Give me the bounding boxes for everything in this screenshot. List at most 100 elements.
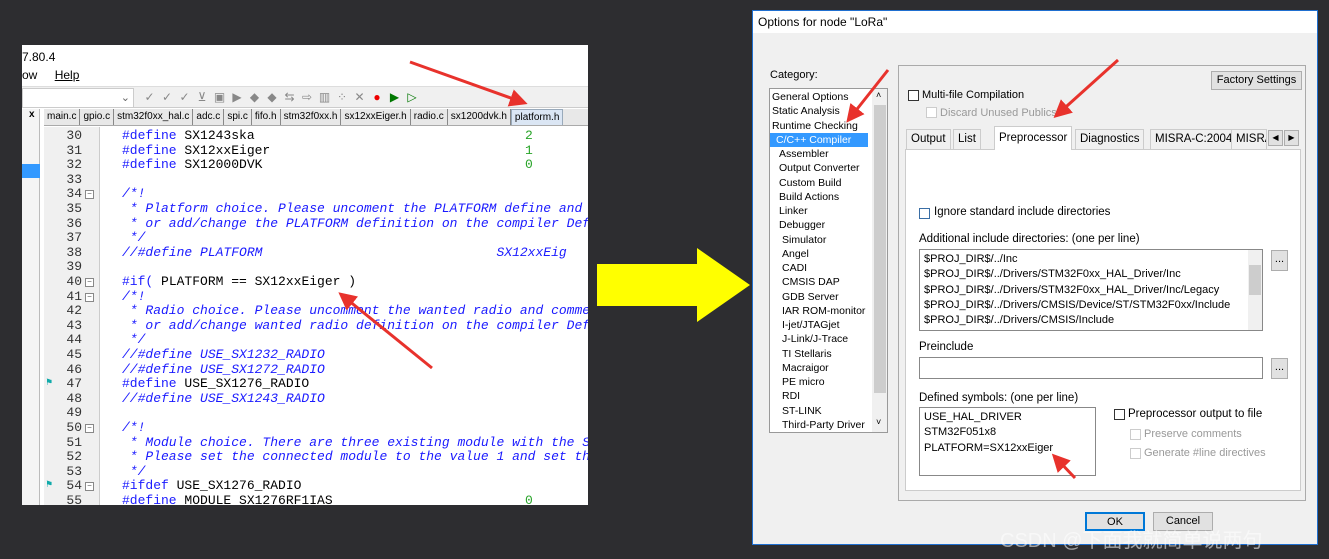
code-line[interactable]: 30 #define SX1243ska 2 bbox=[44, 128, 588, 144]
code-line[interactable]: 50− /*! bbox=[44, 420, 588, 436]
fold-toggle-icon[interactable]: − bbox=[85, 292, 94, 302]
defined-symbols-textarea[interactable]: USE_HAL_DRIVER STM32F051x8 PLATFORM=SX12xx… bbox=[919, 407, 1096, 476]
category-item[interactable]: GDB Server bbox=[780, 290, 839, 304]
factory-settings-button[interactable]: Factory Settings bbox=[1211, 71, 1302, 90]
file-tab[interactable]: spi.c bbox=[224, 109, 252, 125]
code-line[interactable]: 38 //#define PLATFORM SX12xxEig bbox=[44, 245, 588, 261]
toolbar-button-icon[interactable]: ⇆ bbox=[282, 90, 297, 105]
option-tab[interactable]: Output bbox=[906, 129, 951, 149]
toolbar-button-icon[interactable]: ▷ bbox=[405, 90, 420, 105]
option-tab[interactable]: Diagnostics bbox=[1075, 129, 1145, 149]
code-line[interactable]: 37 */ bbox=[44, 230, 588, 246]
preinclude-browse-button[interactable]: ... bbox=[1271, 358, 1288, 379]
code-line[interactable]: 53 */ bbox=[44, 464, 588, 480]
tab-scroll-left-icon[interactable]: ◀ bbox=[1268, 130, 1283, 146]
category-item[interactable]: Static Analysis bbox=[772, 104, 840, 118]
menu-help[interactable]: Help bbox=[55, 68, 80, 82]
code-line[interactable]: 36 * or add/change the PLATFORM definiti… bbox=[44, 216, 588, 232]
category-item[interactable]: CMSIS DAP bbox=[780, 275, 840, 289]
scroll-down-icon[interactable]: ˅ bbox=[876, 417, 881, 427]
include-scrollbar[interactable] bbox=[1248, 250, 1262, 330]
include-browse-button[interactable]: ... bbox=[1271, 250, 1288, 271]
category-item[interactable]: I-jet/JTAGjet bbox=[780, 318, 840, 332]
toolbar-button-icon[interactable]: ✓ bbox=[177, 90, 192, 105]
fold-toggle-icon[interactable]: − bbox=[85, 278, 94, 287]
code-line[interactable]: ⚑ 54− #ifdef USE_SX1276_RADIO bbox=[44, 479, 588, 494]
ignore-std-checkbox[interactable] bbox=[919, 208, 930, 219]
multi-file-checkbox[interactable] bbox=[908, 90, 919, 101]
toolbar-button-icon[interactable]: ▶ bbox=[387, 90, 402, 105]
fold-toggle-icon[interactable]: − bbox=[85, 190, 94, 200]
toolbar-button-icon[interactable]: ◆ bbox=[247, 90, 262, 105]
category-item[interactable]: Runtime Checking bbox=[772, 119, 858, 133]
code-line[interactable]: 40− #if( PLATFORM == SX12xxEiger ) bbox=[44, 274, 588, 290]
category-item[interactable]: Debugger bbox=[774, 218, 825, 232]
include-dirs-textarea[interactable]: $PROJ_DIR$/../Inc $PROJ_DIR$/../Drivers/S… bbox=[919, 249, 1263, 331]
code-line[interactable]: 39 bbox=[44, 260, 588, 275]
scroll-thumb[interactable] bbox=[874, 105, 886, 393]
file-tab[interactable]: main.c bbox=[44, 109, 81, 125]
toolbar-button-icon[interactable]: ⇨ bbox=[300, 90, 315, 105]
category-item[interactable]: Angel bbox=[780, 247, 809, 261]
category-item[interactable]: General Options bbox=[772, 90, 848, 104]
category-item[interactable]: J-Link/J-Trace bbox=[780, 332, 848, 346]
code-line[interactable]: 31 #define SX12xxEiger 1 bbox=[44, 143, 588, 159]
preinclude-input[interactable] bbox=[919, 357, 1263, 379]
toolbar-button-icon[interactable]: ✕ bbox=[352, 90, 367, 105]
file-tab[interactable]: fifo.h bbox=[252, 109, 281, 125]
toolbar-button-icon[interactable]: ⊻ bbox=[195, 90, 210, 105]
toolbar-button-icon[interactable]: ● bbox=[370, 90, 385, 105]
category-item[interactable]: C/C++ Compiler bbox=[770, 132, 868, 147]
code-line[interactable]: 51 * Module choice. There are three exis… bbox=[44, 435, 588, 451]
workspace-selected-item[interactable] bbox=[22, 164, 40, 178]
code-line[interactable]: 46 //#define USE_SX1272_RADIO bbox=[44, 362, 588, 378]
toolbar-button-icon[interactable]: ▶ bbox=[230, 90, 245, 105]
file-tab[interactable]: gpio.c bbox=[80, 109, 115, 125]
code-line[interactable]: 41− /*! bbox=[44, 289, 588, 305]
toolbar-button-icon[interactable]: ✓ bbox=[142, 90, 157, 105]
code-line[interactable]: 45 //#define USE_SX1232_RADIO bbox=[44, 347, 588, 363]
discard-unused-checkbox[interactable] bbox=[926, 107, 937, 118]
category-scrollbar[interactable]: ˄ ˅ bbox=[872, 89, 887, 432]
file-tab[interactable]: stm32f0xx_hal.c bbox=[114, 109, 194, 125]
option-tab[interactable]: MISRA bbox=[1231, 129, 1267, 149]
category-item[interactable]: Linker bbox=[774, 204, 808, 218]
category-item[interactable]: CADI bbox=[780, 261, 807, 275]
category-item[interactable]: IAR ROM-monitor bbox=[780, 304, 865, 318]
code-line[interactable]: 42 * Radio choice. Please uncomment the … bbox=[44, 303, 588, 319]
code-line[interactable]: 34− /*! bbox=[44, 187, 588, 202]
code-line[interactable]: 48 //#define USE_SX1243_RADIO bbox=[44, 391, 588, 407]
code-line[interactable]: 44 */ bbox=[44, 333, 588, 348]
code-line[interactable]: ⚑ 47 #define USE_SX1276_RADIO bbox=[44, 376, 588, 392]
code-line[interactable]: 32 #define SX12000DVK 0 bbox=[44, 157, 588, 173]
scroll-up-icon[interactable]: ˄ bbox=[876, 90, 881, 100]
pp-output-checkbox[interactable] bbox=[1114, 409, 1125, 420]
category-item[interactable]: TI Stellaris bbox=[780, 347, 832, 361]
option-tab[interactable]: List bbox=[953, 129, 981, 149]
file-tab[interactable]: platform.h bbox=[510, 109, 564, 125]
code-line[interactable]: 35 * Platform choice. Please uncoment th… bbox=[44, 201, 588, 217]
file-tab[interactable]: sx12xxEiger.h bbox=[341, 109, 411, 125]
file-tab[interactable]: stm32f0xx.h bbox=[281, 109, 342, 125]
file-tab[interactable]: adc.c bbox=[193, 109, 225, 125]
category-item[interactable]: Build Actions bbox=[774, 190, 839, 204]
option-tab[interactable]: MISRA-C:2004 bbox=[1150, 129, 1238, 149]
category-item[interactable]: Output Converter bbox=[774, 161, 860, 175]
file-tab[interactable]: sx1200dvk.h bbox=[448, 109, 511, 125]
code-line[interactable]: 55 #define MODULE_SX1276RF1IAS 0 bbox=[44, 493, 588, 505]
category-list[interactable]: ˄ ˅ General Options Static Analysis Runtim… bbox=[769, 88, 888, 433]
category-item[interactable]: Custom Build bbox=[774, 176, 841, 190]
toolbar-button-icon[interactable]: ✓ bbox=[160, 90, 175, 105]
category-item[interactable]: Simulator bbox=[780, 233, 826, 247]
category-item[interactable]: ST-LINK bbox=[780, 404, 822, 418]
category-item[interactable]: Assembler bbox=[774, 147, 829, 161]
close-icon[interactable]: x bbox=[29, 109, 35, 120]
defined-scrollbar[interactable] bbox=[1081, 408, 1095, 475]
code-line[interactable]: 52 * Please set the connected module to … bbox=[44, 449, 588, 465]
toolbar-button-icon[interactable]: ▣ bbox=[212, 90, 227, 105]
code-line[interactable]: 43 * or add/change wanted radio definiti… bbox=[44, 318, 588, 334]
gen-line-checkbox[interactable] bbox=[1130, 448, 1141, 459]
file-tab[interactable]: radio.c bbox=[411, 109, 448, 125]
category-item[interactable]: Third-Party Driver bbox=[780, 418, 865, 432]
tab-scroll-right-icon[interactable]: ▶ bbox=[1284, 130, 1299, 146]
